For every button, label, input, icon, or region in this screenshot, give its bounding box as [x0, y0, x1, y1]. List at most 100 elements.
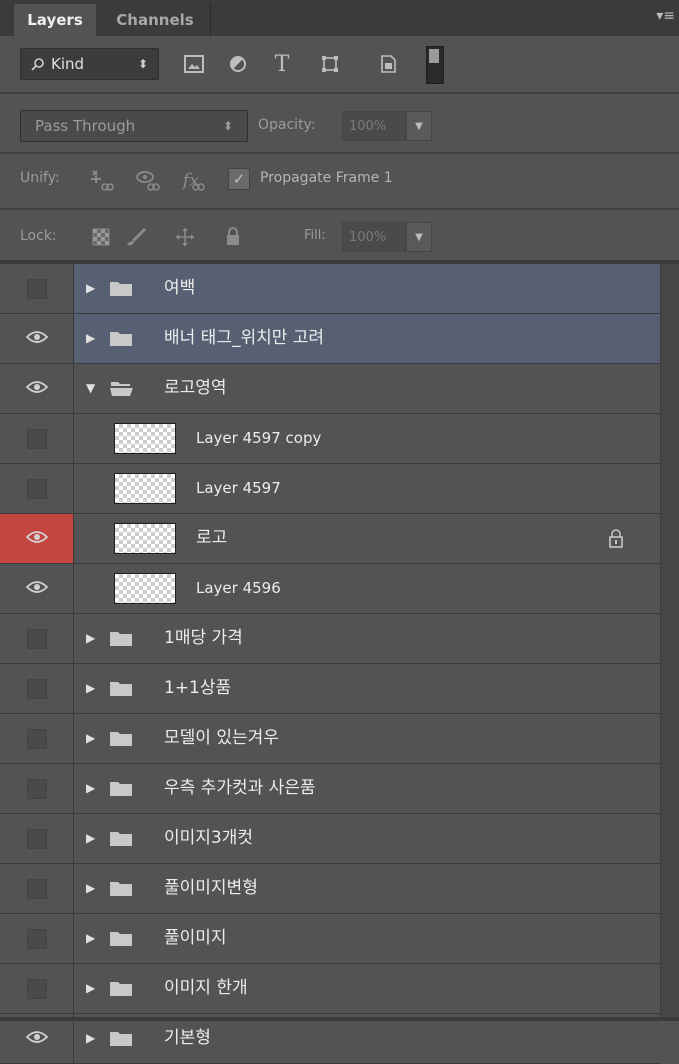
visibility-toggle[interactable]: [0, 814, 74, 863]
visibility-toggle[interactable]: [0, 914, 74, 963]
disclosure-collapsed-icon[interactable]: ▶: [86, 281, 95, 295]
disclosure-collapsed-icon[interactable]: ▶: [86, 881, 95, 895]
visibility-toggle[interactable]: [0, 1014, 74, 1063]
layer-content[interactable]: ▶ 이미지3개컷: [74, 814, 660, 863]
disclosure-expanded-icon[interactable]: ▼: [86, 381, 95, 395]
fill-dropdown-button[interactable]: ▼: [406, 222, 432, 252]
disclosure-collapsed-icon[interactable]: ▶: [86, 831, 95, 845]
layer-row[interactable]: Layer 4596: [0, 564, 660, 614]
layer-group-row[interactable]: ▶ 이미지 한개: [0, 964, 660, 1014]
visibility-toggle[interactable]: [0, 364, 74, 413]
visibility-empty-box: [26, 728, 47, 749]
filter-toggle-switch[interactable]: [426, 46, 444, 84]
lock-all-icon[interactable]: [220, 222, 246, 250]
layer-name: 기본형: [164, 1028, 211, 1048]
layer-group-row[interactable]: ▶ 우측 추가컷과 사은품: [0, 764, 660, 814]
filter-kind-label: Kind: [51, 55, 85, 73]
blend-mode-dropdown[interactable]: Pass Through ⬍: [20, 110, 248, 142]
layer-content[interactable]: ▶ 풀이미지변형: [74, 864, 660, 913]
propagate-frame-label: Propagate Frame 1: [260, 170, 393, 186]
disclosure-collapsed-icon[interactable]: ▶: [86, 981, 95, 995]
visibility-toggle[interactable]: [0, 864, 74, 913]
visibility-toggle[interactable]: [0, 514, 74, 563]
panel-menu-icon[interactable]: ▾≡: [656, 8, 675, 24]
layer-name: 이미지 한개: [164, 978, 248, 998]
disclosure-collapsed-icon[interactable]: ▶: [86, 1031, 95, 1045]
visibility-toggle[interactable]: [0, 664, 74, 713]
layer-content[interactable]: ▶ 모델이 있는겨우: [74, 714, 660, 763]
layer-content[interactable]: ▶ 우측 추가컷과 사은품: [74, 764, 660, 813]
type-filter-icon[interactable]: T: [266, 48, 298, 80]
layer-content[interactable]: Layer 4596: [74, 564, 660, 613]
layer-group-row[interactable]: ▶ 이미지3개컷: [0, 814, 660, 864]
layer-content[interactable]: ▶ 1매당 가격: [74, 614, 660, 663]
layer-thumbnail: [114, 523, 176, 554]
tab-layers[interactable]: Layers: [14, 4, 96, 36]
lock-transparent-pixels-icon[interactable]: [88, 224, 114, 250]
image-filter-icon[interactable]: [178, 48, 210, 80]
visibility-toggle[interactable]: [0, 264, 74, 313]
disclosure-collapsed-icon[interactable]: ▶: [86, 931, 95, 945]
unify-style-icon[interactable]: fx: [174, 166, 208, 194]
disclosure-collapsed-icon[interactable]: ▶: [86, 631, 95, 645]
lock-position-move-icon[interactable]: [172, 224, 198, 250]
folder-icon: [110, 280, 132, 296]
visibility-empty-box: [26, 678, 47, 699]
layer-content[interactable]: ▶ 배너 태그_위치만 고려: [74, 314, 660, 363]
layer-content[interactable]: ▶ 풀이미지: [74, 914, 660, 963]
divider: [0, 208, 679, 210]
layer-group-row[interactable]: ▶ 1+1상품: [0, 664, 660, 714]
folder-icon: [110, 1030, 132, 1046]
adjustment-filter-icon[interactable]: [222, 48, 254, 80]
eye-icon: [25, 1030, 48, 1048]
layer-group-row[interactable]: ▶ 여백: [0, 264, 660, 314]
visibility-empty-box: [26, 478, 47, 499]
layer-group-row[interactable]: ▶ 풀이미지: [0, 914, 660, 964]
layer-content[interactable]: ▼ 로고영역: [74, 364, 660, 413]
layer-group-row[interactable]: ▶ 모델이 있는겨우: [0, 714, 660, 764]
unify-visibility-icon[interactable]: [132, 166, 162, 194]
layer-group-row[interactable]: ▶ 풀이미지변형: [0, 864, 660, 914]
layer-group-row[interactable]: ▶ 1매당 가격: [0, 614, 660, 664]
layer-group-row[interactable]: ▶ 기본형: [0, 1014, 660, 1064]
disclosure-collapsed-icon[interactable]: ▶: [86, 781, 95, 795]
layer-thumbnail: [114, 473, 176, 504]
visibility-toggle[interactable]: [0, 314, 74, 363]
visibility-toggle[interactable]: [0, 564, 74, 613]
visibility-toggle[interactable]: [0, 464, 74, 513]
layer-row[interactable]: 로고: [0, 514, 660, 564]
layer-content[interactable]: ▶ 여백: [74, 264, 660, 313]
filter-kind-dropdown[interactable]: Kind ⬍: [20, 48, 159, 80]
propagate-frame-checkbox[interactable]: ✓: [228, 168, 250, 190]
layer-content[interactable]: Layer 4597: [74, 464, 660, 513]
layer-group-row[interactable]: ▶ 배너 태그_위치만 고려: [0, 314, 660, 364]
disclosure-collapsed-icon[interactable]: ▶: [86, 331, 95, 345]
panel-bottom-edge: [0, 1017, 679, 1021]
opacity-input[interactable]: 100%: [342, 111, 406, 141]
layer-row[interactable]: Layer 4597 copy: [0, 414, 660, 464]
lock-image-pixels-brush-icon[interactable]: [120, 224, 150, 250]
visibility-toggle[interactable]: [0, 764, 74, 813]
visibility-toggle[interactable]: [0, 414, 74, 463]
layer-content[interactable]: ▶ 1+1상품: [74, 664, 660, 713]
layer-row[interactable]: Layer 4597: [0, 464, 660, 514]
disclosure-collapsed-icon[interactable]: ▶: [86, 731, 95, 745]
tab-channels[interactable]: Channels: [100, 4, 211, 36]
fill-input[interactable]: 100%: [342, 222, 406, 252]
layer-group-row[interactable]: ▼ 로고영역: [0, 364, 660, 414]
visibility-toggle[interactable]: [0, 964, 74, 1013]
disclosure-collapsed-icon[interactable]: ▶: [86, 681, 95, 695]
layer-content[interactable]: 로고: [74, 514, 660, 563]
layer-content[interactable]: ▶ 이미지 한개: [74, 964, 660, 1013]
folder-icon: [110, 780, 132, 796]
visibility-toggle[interactable]: [0, 614, 74, 663]
unify-position-icon[interactable]: [86, 166, 116, 194]
layer-thumbnail: [114, 573, 176, 604]
layer-content[interactable]: ▶ 기본형: [74, 1014, 660, 1063]
visibility-toggle[interactable]: [0, 714, 74, 763]
shape-filter-icon[interactable]: [314, 48, 346, 80]
scrollbar-track[interactable]: [660, 264, 679, 1021]
smart-object-filter-icon[interactable]: [372, 48, 404, 80]
layer-content[interactable]: Layer 4597 copy: [74, 414, 660, 463]
opacity-dropdown-button[interactable]: ▼: [406, 111, 432, 141]
